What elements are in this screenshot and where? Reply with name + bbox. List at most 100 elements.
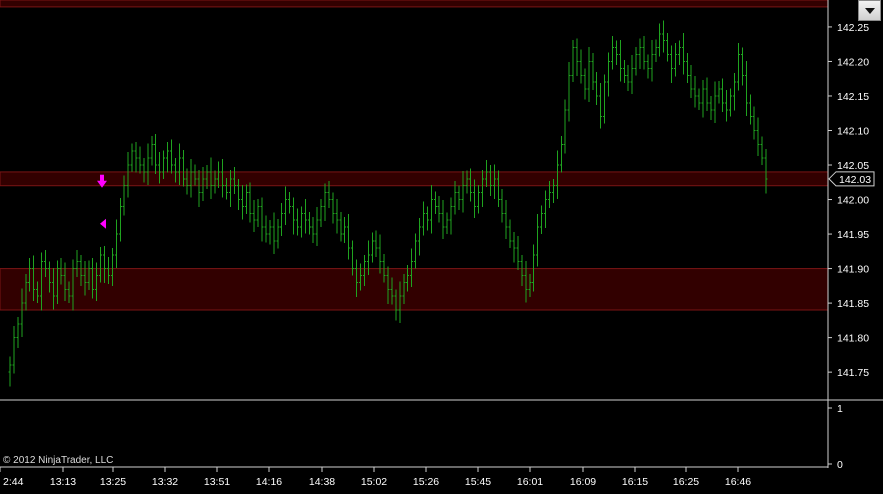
price-bar: [599, 82, 603, 129]
price-bar: [736, 42, 740, 91]
price-bar: [571, 40, 575, 83]
price-bar: [418, 218, 421, 256]
price-bar: [252, 200, 256, 232]
chart-canvas[interactable]: 141.75 141.80 141.85 141.90 141.95 142.00 142.…: [0, 0, 883, 494]
price-bar: [752, 106, 756, 140]
x-tick-label: 16:09: [570, 476, 596, 488]
zone-0: [0, 0, 829, 8]
price-bar: [441, 200, 445, 239]
price-bar: [307, 211, 311, 235]
x-tick-label: 13:32: [152, 476, 178, 488]
indicator-tick-label: 1: [837, 403, 843, 415]
last-price-marker: 142.03: [828, 171, 875, 187]
x-tick-label: 16:46: [725, 476, 751, 488]
y-tick-label: 142.05: [837, 160, 869, 172]
price-bar: [343, 216, 347, 244]
y-tick-label: 142.00: [837, 195, 869, 207]
price-bars: [8, 20, 768, 387]
price-bar: [425, 206, 429, 231]
price-bar: [500, 189, 504, 223]
price-bar: [618, 40, 622, 82]
price-bar: [118, 198, 122, 242]
price-bar: [610, 35, 614, 70]
price-bar: [378, 234, 382, 274]
x-tick-label: 2:44: [3, 476, 24, 488]
price-bar: [288, 191, 292, 214]
price-bar: [705, 77, 709, 112]
zone-2: [0, 268, 829, 311]
price-bar: [626, 64, 630, 92]
price-bar: [638, 38, 642, 70]
price-bar: [260, 197, 264, 242]
price-bar: [685, 53, 689, 83]
price-bar: [323, 183, 327, 221]
price-bar: [630, 55, 634, 94]
price-bar: [575, 38, 579, 76]
price-bar: [717, 80, 721, 104]
price-bar: [603, 74, 607, 124]
dropdown-button[interactable]: [858, 0, 881, 21]
price-bar: [579, 49, 583, 84]
price-bar: [299, 206, 303, 238]
price-bar: [414, 233, 418, 269]
price-bar: [335, 198, 339, 234]
price-bar: [677, 40, 681, 65]
price-bar: [477, 185, 481, 214]
price-bar: [681, 33, 685, 75]
price-bar: [567, 62, 571, 122]
y-tick-label: 142.20: [837, 56, 869, 68]
price-bar: [634, 46, 638, 76]
price-bar: [268, 220, 272, 245]
price-bar: [169, 139, 173, 174]
price-bar: [445, 212, 449, 235]
price-bar: [516, 236, 520, 270]
time-axis: 2:44 13:13 13:25 13:32 13:51 14:16 14:38 15:02 1…: [0, 467, 751, 488]
price-bar: [331, 192, 335, 224]
x-tick-label: 16:15: [622, 476, 648, 488]
x-tick-label: 16:01: [517, 476, 543, 488]
price-bar: [673, 42, 677, 77]
price-bar: [347, 214, 351, 260]
price-bar: [544, 190, 547, 228]
price-axis: 141.75 141.80 141.85 141.90 141.95 142.00 142.…: [828, 22, 869, 379]
trade-markers: [97, 174, 107, 229]
x-tick-label: 15:26: [413, 476, 439, 488]
zone-rectangles: [0, 0, 829, 311]
price-bar: [587, 46, 591, 103]
price-bar: [670, 45, 673, 83]
price-bar: [134, 142, 138, 173]
price-bar: [591, 53, 595, 90]
x-tick-label: 13:25: [100, 476, 126, 488]
price-marker-label: 142.03: [839, 174, 871, 186]
price-bar: [756, 117, 760, 157]
y-tick-label: 142.10: [837, 125, 869, 137]
price-bar: [689, 64, 693, 99]
price-bar: [154, 133, 158, 174]
price-bar: [559, 136, 563, 173]
price-bar: [429, 185, 433, 234]
price-bar: [256, 198, 260, 228]
price-bar: [748, 94, 752, 125]
price-bar: [370, 232, 374, 263]
price-bar: [295, 208, 299, 236]
price-bar: [713, 81, 717, 123]
price-bar: [130, 143, 134, 172]
price-bar: [508, 219, 512, 248]
price-bar: [280, 202, 284, 237]
price-bar: [607, 52, 610, 97]
price-bar: [248, 182, 252, 223]
price-bar: [374, 230, 378, 257]
price-bar: [721, 78, 725, 112]
price-bar: [433, 191, 437, 215]
price-bar: [583, 68, 587, 100]
indicator-axis: 01: [828, 403, 843, 471]
price-bar: [740, 47, 744, 86]
price-bar: [272, 212, 276, 255]
down-arrow-icon: [100, 174, 104, 182]
y-tick-label: 141.90: [837, 264, 869, 276]
price-bar: [729, 88, 733, 117]
price-bar: [642, 35, 646, 70]
price-bar: [311, 216, 315, 244]
price-bar: [693, 75, 697, 108]
price-bar: [264, 215, 268, 243]
